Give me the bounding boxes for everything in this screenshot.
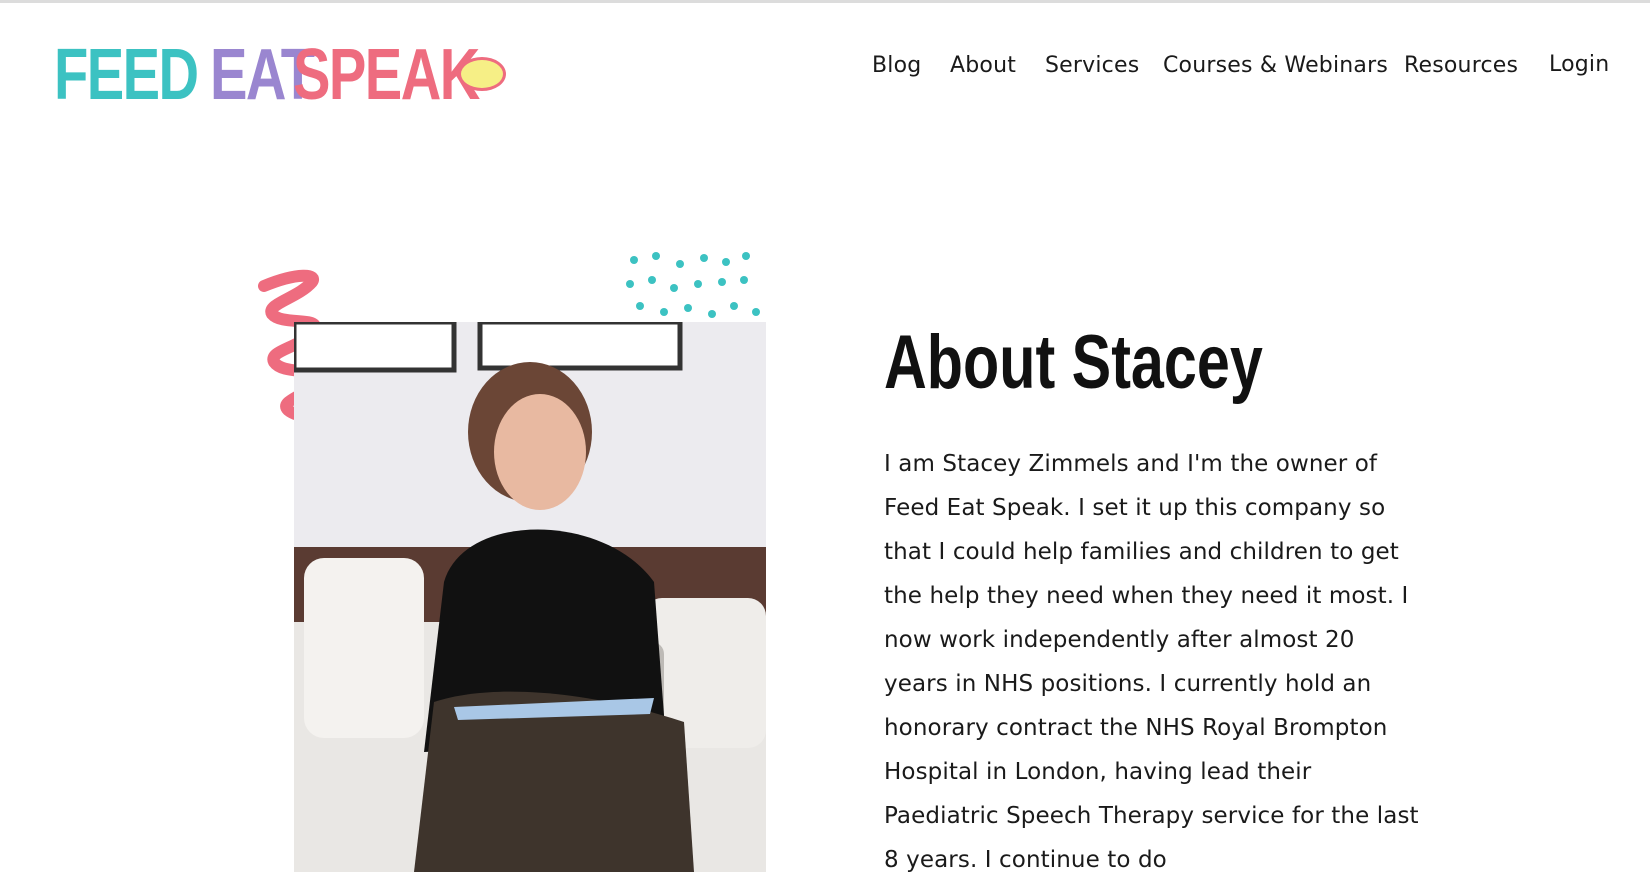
pattern-dot (626, 280, 634, 288)
pattern-dot (708, 310, 716, 318)
nav-resources[interactable]: Resources (1404, 53, 1518, 78)
pattern-dot (742, 252, 750, 260)
pattern-dot (630, 256, 638, 264)
page-title: About Stacey (884, 320, 1263, 405)
pattern-dot (718, 278, 726, 286)
pattern-dot (700, 254, 708, 262)
portrait-photo (294, 322, 766, 872)
nav-login[interactable]: Login (1549, 52, 1609, 77)
nav-services[interactable]: Services (1045, 53, 1139, 78)
site-header: FEED EAT SPEAK Blog About Services Cours… (0, 3, 1650, 133)
pattern-dot (752, 308, 760, 316)
teal-dots-pattern (622, 250, 762, 322)
about-photo-block (258, 250, 768, 872)
nav-about[interactable]: About (950, 53, 1016, 78)
pattern-dot (648, 276, 656, 284)
pattern-dot (636, 302, 644, 310)
pattern-dot (730, 302, 738, 310)
nav-blog[interactable]: Blog (872, 53, 921, 78)
main-nav: Blog About Services Courses & Webinars R… (0, 52, 1650, 93)
pattern-dot (676, 260, 684, 268)
pattern-dot (670, 284, 678, 292)
pattern-dot (652, 252, 660, 260)
nav-courses-webinars[interactable]: Courses & Webinars (1163, 53, 1388, 78)
pattern-dot (684, 304, 692, 312)
about-body-text: I am Stacey Zimmels and I'm the owner of… (884, 451, 1419, 873)
pattern-dot (694, 280, 702, 288)
pattern-dot (660, 308, 668, 316)
pattern-dot (722, 258, 730, 266)
pattern-dot (740, 276, 748, 284)
